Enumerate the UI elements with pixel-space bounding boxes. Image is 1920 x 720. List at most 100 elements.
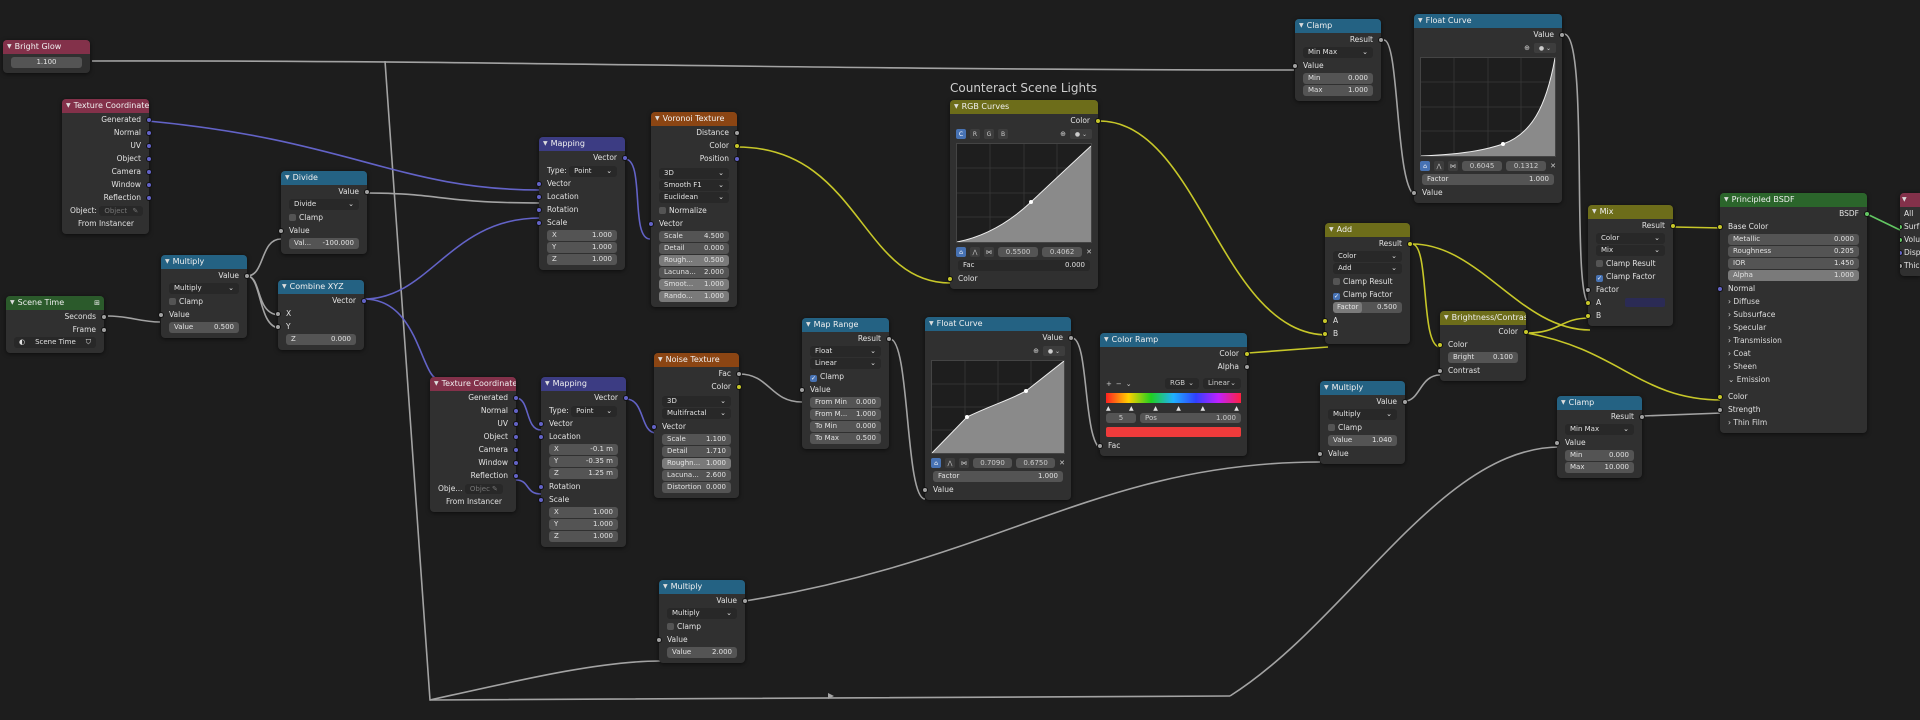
operation-dropdown[interactable]: Divide ⌄ bbox=[289, 199, 359, 210]
node-header[interactable]: ▼ Brightness/Contrast bbox=[1440, 311, 1526, 325]
socket[interactable] bbox=[146, 155, 152, 162]
socket[interactable] bbox=[1244, 350, 1250, 357]
socket[interactable] bbox=[1437, 341, 1443, 348]
handle-vector-icon[interactable]: ⋀ bbox=[1434, 161, 1444, 171]
point-y-field[interactable]: 0.6750 bbox=[1016, 458, 1056, 468]
value-field[interactable]: Value 2.000 bbox=[667, 647, 737, 658]
stop-marker-icon[interactable]: ▲ bbox=[1176, 405, 1181, 412]
channel-r-button[interactable]: R bbox=[970, 129, 980, 139]
color-ramp-gradient[interactable] bbox=[1106, 393, 1241, 403]
collapse-chevron-icon[interactable]: ▼ bbox=[7, 40, 12, 54]
socket[interactable] bbox=[1523, 328, 1529, 335]
value-field[interactable]: Value 1.040 bbox=[1328, 435, 1397, 446]
blend-mode-dropdown[interactable]: Mix ⌄ bbox=[1596, 245, 1665, 256]
socket[interactable] bbox=[1402, 398, 1408, 405]
node-header[interactable]: ▼ Multiply bbox=[1320, 381, 1405, 395]
node-texture-coordinate-1[interactable]: ▼ Texture Coordinate Generated Normal UV … bbox=[62, 99, 152, 234]
socket[interactable] bbox=[1585, 299, 1591, 306]
checkbox-icon[interactable] bbox=[169, 298, 176, 305]
collapse-chevron-icon[interactable]: ▼ bbox=[66, 99, 71, 113]
node-float-curve-mid[interactable]: ▼ Float Curve Value ⊕ ● ⌄ ⌂ ⋀ ⋈ 0.7090 0.6750 ✕… bbox=[922, 317, 1074, 500]
roughness-field[interactable]: Rough... 0.500 bbox=[659, 255, 729, 266]
checkbox-icon[interactable]: ✓ bbox=[810, 375, 817, 382]
node-header[interactable]: ▼ Texture Coordinate bbox=[430, 377, 516, 391]
panel-emission[interactable]: ⌄ Emission bbox=[1720, 373, 1867, 386]
socket[interactable] bbox=[799, 386, 805, 393]
node-header[interactable]: ▼ Clamp bbox=[1557, 396, 1642, 410]
node-brightness-contrast[interactable]: ▼ Brightness/Contrast Color Color Bright 0… bbox=[1437, 311, 1529, 381]
node-divide[interactable]: ▼ Divide Value Divide ⌄ Clamp Value Val...… bbox=[278, 171, 370, 254]
channel-c-button[interactable]: C bbox=[956, 129, 966, 139]
node-map-range[interactable]: ▼ Map Range Result Float ⌄ Linear ⌄ ✓ Clamp … bbox=[799, 318, 892, 449]
node-header[interactable]: ▼ Divide bbox=[281, 171, 367, 185]
handle-free-icon[interactable]: ⋈ bbox=[959, 458, 969, 468]
socket[interactable] bbox=[536, 180, 542, 187]
checkbox-icon[interactable] bbox=[667, 623, 674, 630]
collapse-chevron-icon[interactable]: ▼ bbox=[1329, 223, 1334, 237]
smoothness-field[interactable]: Smoot... 1.000 bbox=[659, 279, 729, 290]
point-x-field[interactable]: 0.5500 bbox=[998, 247, 1039, 257]
panel-specular[interactable]: › Specular bbox=[1720, 321, 1867, 334]
socket[interactable] bbox=[146, 181, 152, 188]
socket[interactable] bbox=[1900, 262, 1903, 269]
node-mapping-1[interactable]: ▼ Mapping Vector Type: Point ⌄ Vector Loca… bbox=[536, 137, 628, 270]
scene-time-field[interactable]: ◐ Scene Time ⛉ bbox=[14, 337, 96, 348]
node-header[interactable]: ▼ Bright Glow bbox=[3, 40, 90, 54]
node-clamp-top[interactable]: ▼ Clamp Result Min Max ⌄ Value Min 0.000 Ma… bbox=[1292, 19, 1384, 101]
node-header[interactable]: ▼ Mapping bbox=[539, 137, 625, 151]
metric-dropdown[interactable]: Euclidean ⌄ bbox=[659, 192, 729, 203]
bright-field[interactable]: Bright 0.100 bbox=[1448, 352, 1518, 363]
collapse-chevron-icon[interactable]: ▼ bbox=[1104, 333, 1109, 347]
socket[interactable] bbox=[742, 597, 748, 604]
collapse-chevron-icon[interactable]: ▼ bbox=[954, 100, 959, 114]
factor-field[interactable]: Factor 1.000 bbox=[1422, 174, 1554, 185]
curve-editor[interactable] bbox=[1420, 57, 1556, 157]
curve-options-dropdown[interactable]: ● ⌄ bbox=[1043, 346, 1065, 356]
socket[interactable] bbox=[513, 446, 519, 453]
interpolation-dropdown[interactable]: Linear ⌄ bbox=[810, 358, 881, 369]
panel-transmission[interactable]: › Transmission bbox=[1720, 334, 1867, 347]
socket[interactable] bbox=[736, 370, 742, 377]
detail-field[interactable]: Detail 1.710 bbox=[662, 446, 731, 457]
node-header[interactable]: ▼ Multiply bbox=[161, 255, 247, 269]
collapse-chevron-icon[interactable]: ▼ bbox=[655, 112, 660, 126]
node-clamp-right[interactable]: ▼ Clamp Result Min Max ⌄ Value Min 0.000 Ma… bbox=[1554, 396, 1645, 478]
node-header[interactable]: ▼ Add bbox=[1325, 223, 1410, 237]
alpha-field[interactable]: Alpha 1.000 bbox=[1728, 270, 1859, 281]
point-x-field[interactable]: 0.6045 bbox=[1462, 161, 1503, 171]
socket[interactable] bbox=[146, 194, 152, 201]
factor-field[interactable]: Factor 1.000 bbox=[933, 471, 1063, 482]
node-texture-coordinate-2[interactable]: ▼ Texture Coordinate Generated Normal UV … bbox=[430, 377, 519, 512]
socket[interactable] bbox=[538, 433, 544, 440]
value-field[interactable]: Val... -100.000 bbox=[289, 238, 359, 249]
stop-color-swatch[interactable] bbox=[1106, 427, 1241, 437]
collapse-chevron-icon[interactable]: ▼ bbox=[806, 318, 811, 332]
node-mapping-2[interactable]: ▼ Mapping Vector Type: Point ⌄ Vector Loca… bbox=[538, 377, 629, 547]
collapse-chevron-icon[interactable]: ▼ bbox=[165, 255, 170, 269]
node-material-output[interactable]: ▼ All Surf Volu Disp Thic bbox=[1900, 193, 1920, 276]
location-x-field[interactable]: X -0.1 m bbox=[549, 444, 618, 455]
socket[interactable] bbox=[1717, 406, 1723, 413]
channel-g-button[interactable]: G bbox=[984, 129, 994, 139]
roughness-field[interactable]: Roughn... 1.000 bbox=[662, 458, 731, 469]
socket[interactable] bbox=[275, 310, 281, 317]
point-x-field[interactable]: 0.7090 bbox=[973, 458, 1013, 468]
checkbox-icon[interactable] bbox=[1333, 278, 1340, 285]
scale-z-field[interactable]: Z 1.000 bbox=[549, 531, 618, 542]
scale-y-field[interactable]: Y 1.000 bbox=[547, 242, 617, 253]
data-type-dropdown[interactable]: Float ⌄ bbox=[810, 346, 881, 357]
collapse-chevron-icon[interactable]: ▼ bbox=[1724, 193, 1729, 207]
add-stop-button[interactable]: + bbox=[1106, 380, 1112, 388]
operation-dropdown[interactable]: Multiply ⌄ bbox=[667, 608, 737, 619]
node-multiply-1[interactable]: ▼ Multiply Value Multiply ⌄ Clamp Value Va… bbox=[158, 255, 250, 338]
dimensions-dropdown[interactable]: 3D ⌄ bbox=[662, 396, 731, 407]
stop-marker-icon[interactable]: ▲ bbox=[1234, 405, 1239, 412]
node-combine-xyz[interactable]: ▼ Combine XYZ Vector X Y Z 0.000 bbox=[275, 280, 367, 350]
eyedropper-icon[interactable]: ✎ bbox=[132, 206, 138, 216]
scale-x-field[interactable]: X 1.000 bbox=[549, 507, 618, 518]
clamp-result-checkbox[interactable]: Clamp Result bbox=[1325, 275, 1410, 288]
node-header[interactable]: ▼ Float Curve bbox=[1414, 14, 1562, 28]
from-instancer-row[interactable]: From Instancer bbox=[62, 217, 149, 230]
socket[interactable] bbox=[1378, 36, 1384, 43]
socket[interactable] bbox=[736, 383, 742, 390]
